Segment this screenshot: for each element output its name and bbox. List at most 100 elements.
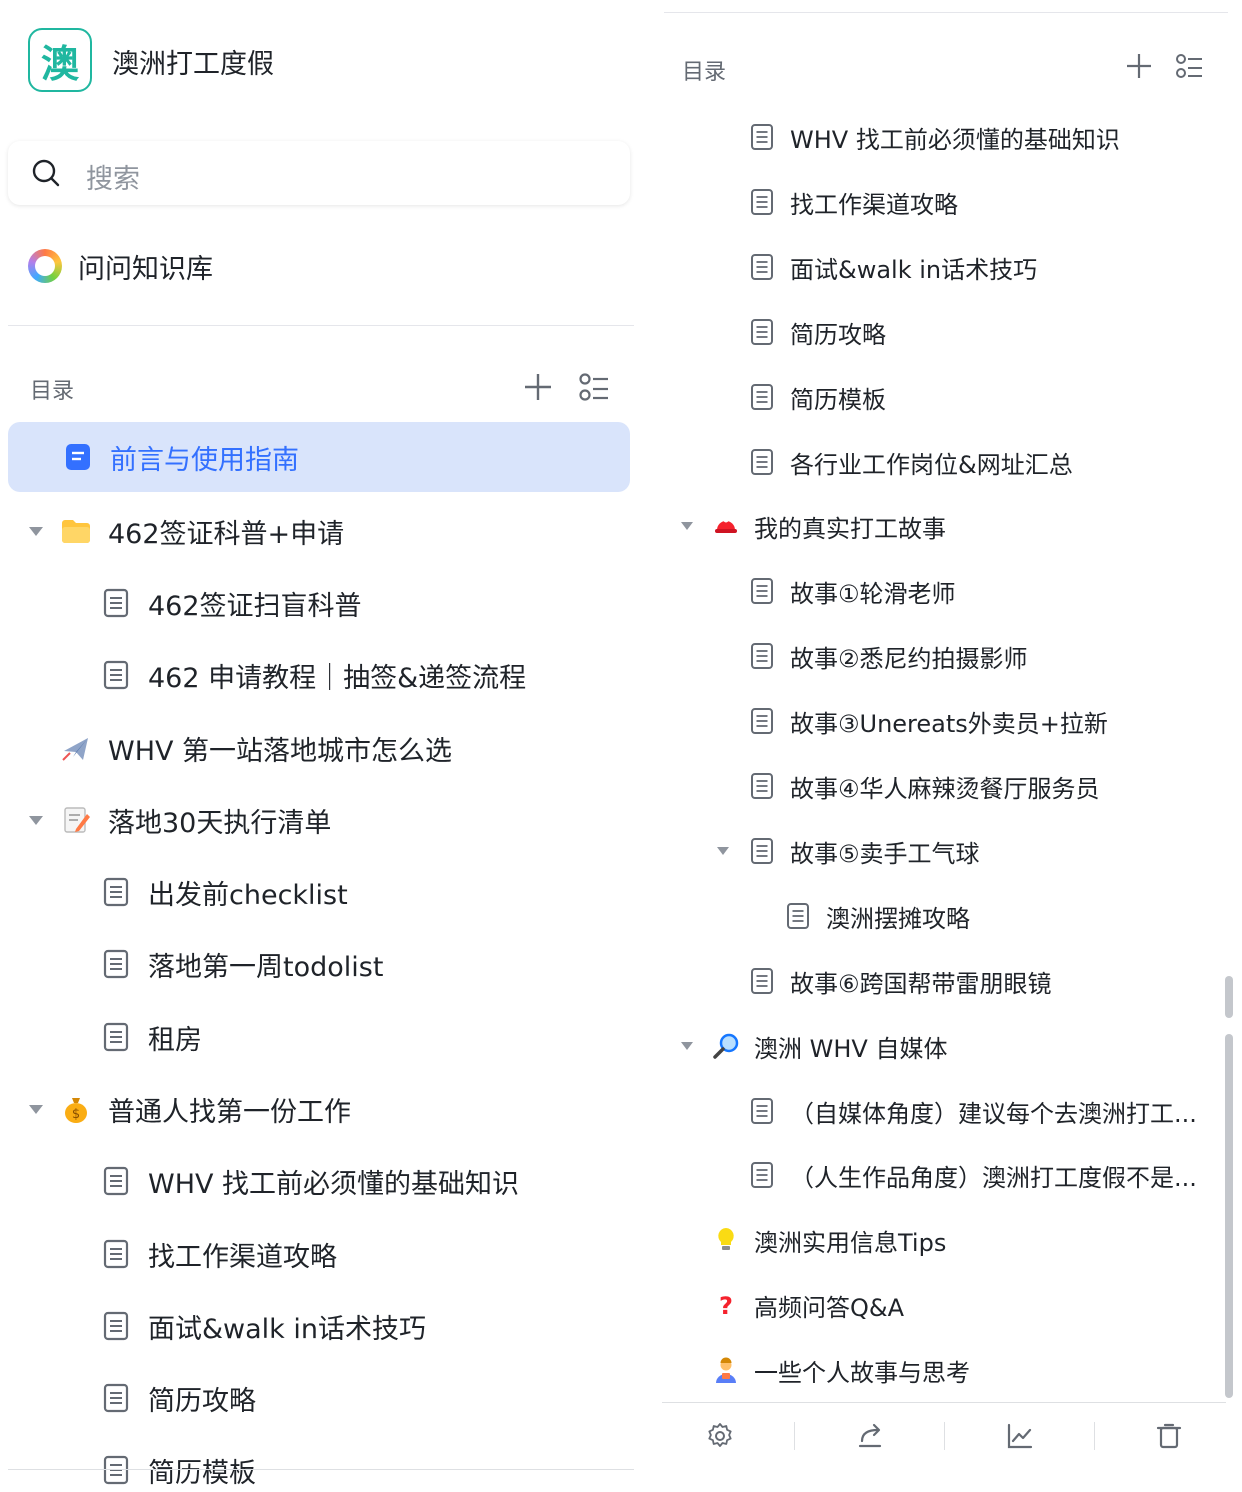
toc-item-label: 落地第一周todolist <box>148 951 384 983</box>
toc-item-checklist[interactable]: 出发前checklist <box>100 862 348 922</box>
toc-item-label: 故事③Unereats外卖员+拉新 <box>790 709 1108 738</box>
toc-item[interactable]: 面试&walk in话术技巧 <box>748 239 1037 295</box>
svg-text:$: $ <box>72 1107 80 1122</box>
separator <box>944 1422 945 1450</box>
doc-icon <box>100 1310 132 1342</box>
toc-item-label: 澳洲 WHV 自媒体 <box>754 1034 948 1063</box>
collapse-arrow-icon[interactable] <box>681 1042 693 1050</box>
collapse-arrow-icon[interactable] <box>681 522 693 530</box>
toc-item[interactable]: 故事⑥跨国帮带雷朋眼镜 <box>748 953 1052 1009</box>
svg-text:?: ? <box>719 1292 733 1319</box>
doc-icon <box>748 577 776 605</box>
toc-item-whv-basics[interactable]: WHV 找工前必须懂的基础知识 <box>100 1151 519 1211</box>
toc-item-label: 澳洲实用信息Tips <box>754 1228 947 1257</box>
toc-item-label: 我的真实打工故事 <box>754 514 946 543</box>
delete-button[interactable] <box>1153 1420 1185 1452</box>
toc-item-462-basics[interactable]: 462签证扫盲科普 <box>100 573 362 633</box>
search-box[interactable]: 搜索 <box>8 141 630 205</box>
collapse-arrow-icon[interactable] <box>29 1105 43 1114</box>
toc-item-label: 故事④华人麻辣烫餐厅服务员 <box>790 774 1100 803</box>
doc-icon <box>748 318 776 346</box>
toc-item[interactable]: 故事②悉尼约拍摄影师 <box>748 628 1028 684</box>
settings-button[interactable] <box>704 1420 736 1452</box>
toc-item[interactable]: 故事①轮滑老师 <box>748 563 956 619</box>
toc-item-462-visa[interactable]: 462签证科普+申请 <box>60 501 344 561</box>
settings-icon <box>708 1423 732 1447</box>
toc-item-label: 前言与使用指南 <box>110 444 299 476</box>
toc-item[interactable]: 故事④华人麻辣烫餐厅服务员 <box>748 758 1100 814</box>
toc-item-label: 一些个人故事与思考 <box>754 1358 970 1387</box>
toc-item-preface[interactable]: 前言与使用指南 <box>8 422 630 492</box>
toc-item[interactable]: 找工作渠道攻略 <box>748 174 958 230</box>
doc-icon <box>748 253 776 281</box>
toc-item-first-job[interactable]: $ 普通人找第一份工作 <box>60 1079 351 1139</box>
toc-item-job-channels[interactable]: 找工作渠道攻略 <box>100 1224 337 1284</box>
share-button[interactable] <box>854 1420 886 1452</box>
toc-item-resume-guide[interactable]: 简历攻略 <box>100 1368 256 1428</box>
divider <box>8 325 634 326</box>
separator <box>794 1422 795 1450</box>
separator <box>1094 1422 1095 1450</box>
doc-icon <box>748 642 776 670</box>
ask-label: 问问知识库 <box>78 253 213 285</box>
doc-icon <box>748 383 776 411</box>
search-input[interactable]: 搜索 <box>86 157 140 196</box>
toc-item[interactable]: 简历攻略 <box>748 304 886 360</box>
app-title[interactable]: 澳洲打工度假 <box>112 42 274 81</box>
toc-item[interactable]: 各行业工作岗位&网址汇总 <box>748 434 1073 490</box>
toc-item-label: 高频问答Q&A <box>754 1293 905 1322</box>
add-icon[interactable] <box>1125 52 1153 80</box>
search-icon <box>32 159 60 187</box>
scrollbar-thumb[interactable] <box>1225 1034 1233 1398</box>
right-toc-panel: 目录 WHV 找工前必须懂的基础知识 找工作渠道攻略 面试&walk in话术技巧简… <box>662 0 1242 1492</box>
folder-icon <box>60 515 92 547</box>
outline-list-icon[interactable] <box>578 371 610 403</box>
divider <box>664 12 1228 13</box>
toc-item[interactable]: WHV 找工前必须懂的基础知识 <box>748 109 1120 165</box>
toc-item-renting[interactable]: 租房 <box>100 1007 202 1067</box>
money-bag-icon: $ <box>60 1093 92 1125</box>
toc-item[interactable]: 故事⑤卖手工气球 <box>748 823 980 879</box>
toc-item-label: 面试&walk in话术技巧 <box>790 255 1038 284</box>
toc-item-462-tutorial[interactable]: 462 申请教程｜抽签&递签流程 <box>100 645 526 705</box>
add-icon[interactable] <box>522 371 554 403</box>
toc-item-landing-city[interactable]: WHV 第一站落地城市怎么选 <box>60 718 452 778</box>
toc-item[interactable]: 简历模板 <box>748 369 886 425</box>
toc-item-label: 462签证科普+申请 <box>108 518 345 550</box>
doc-icon <box>748 967 776 995</box>
toc-header: 目录 <box>30 379 75 404</box>
toc-item[interactable]: 澳洲 WHV 自媒体 <box>712 1018 947 1074</box>
toc-item[interactable]: （自媒体角度）建议每个去澳洲打工... <box>748 1083 1197 1139</box>
doc-icon <box>100 1165 132 1197</box>
ask-knowledge-base[interactable]: 问问知识库 <box>28 246 213 286</box>
toc-item-resume-template[interactable]: 简历模板 <box>100 1440 256 1492</box>
toc-item[interactable]: 我的真实打工故事 <box>712 498 946 554</box>
collapse-arrow-icon[interactable] <box>717 847 729 855</box>
toc-item-first-week[interactable]: 落地第一周todolist <box>100 934 383 994</box>
toc-item-label: 故事②悉尼约拍摄影师 <box>790 644 1028 673</box>
toc-item[interactable]: 澳洲摆摊攻略 <box>784 888 970 944</box>
left-sidebar: 澳 澳洲打工度假 搜索 问问知识库 目录 前言与使用指南 462签证科普+申请 … <box>0 0 640 1492</box>
toc-item-30-days[interactable]: 落地30天执行清单 <box>60 790 331 850</box>
collapse-arrow-icon[interactable] <box>29 527 43 536</box>
toc-item[interactable]: ? 高频问答Q&A <box>712 1277 904 1333</box>
collapse-arrow-icon[interactable] <box>29 816 43 825</box>
outline-list-icon[interactable] <box>1175 52 1203 80</box>
toc-item-label: 简历攻略 <box>790 320 886 349</box>
toc-item[interactable]: 澳洲实用信息Tips <box>712 1212 946 1268</box>
toc-item-label: 澳洲摆摊攻略 <box>826 904 970 933</box>
doc-icon <box>100 659 132 691</box>
share-icon <box>858 1423 882 1448</box>
toc-item-interview[interactable]: 面试&walk in话术技巧 <box>100 1296 426 1356</box>
doc-icon <box>748 448 776 476</box>
toc-item[interactable]: 故事③Unereats外卖员+拉新 <box>748 693 1108 749</box>
doc-icon <box>100 876 132 908</box>
divider <box>662 1402 1226 1403</box>
toc-item[interactable]: （人生作品角度）澳洲打工度假不是... <box>748 1147 1197 1203</box>
scrollbar-thumb[interactable] <box>1225 976 1233 1018</box>
stats-button[interactable] <box>1004 1420 1036 1452</box>
toc-item[interactable]: 一些个人故事与思考 <box>712 1342 970 1398</box>
doc-icon <box>748 1161 776 1189</box>
toc-item-label: 落地30天执行清单 <box>108 807 332 839</box>
toc-item-label: 简历模板 <box>148 1457 256 1489</box>
